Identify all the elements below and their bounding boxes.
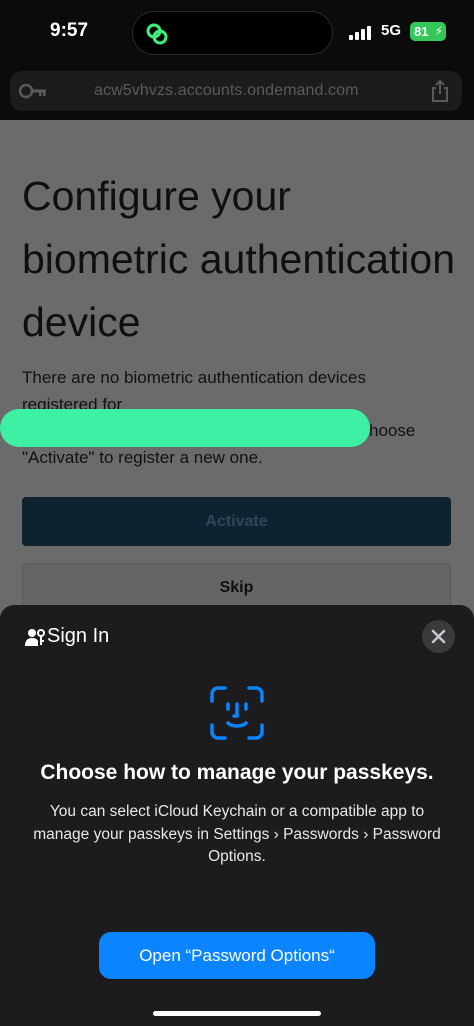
network-type: 5G [381, 22, 402, 39]
sheet-title: Sign In [47, 625, 110, 647]
redaction-mark [0, 409, 370, 447]
sheet-body-text: You can select iCloud Keychain or a comp… [33, 803, 441, 865]
face-id-icon [210, 686, 264, 740]
description-text-1: There are no biometric authentication de… [22, 368, 366, 414]
status-bar: 9:57 5G 81 ⚡ [0, 0, 474, 68]
sheet-heading: Choose how to manage your passkeys. [40, 761, 434, 784]
open-password-options-button[interactable]: Open “Password Options“ [99, 932, 375, 979]
dynamic-island [132, 11, 333, 55]
key-icon[interactable] [18, 81, 48, 101]
home-indicator [153, 1011, 321, 1016]
person-key-icon [25, 629, 45, 646]
browser-toolbar: acw5vhvzs.accounts.ondemand.com [0, 68, 474, 120]
cellular-signal-icon [349, 26, 371, 40]
share-icon[interactable] [430, 79, 450, 103]
battery-level: 81 [414, 24, 429, 39]
close-button[interactable] [422, 620, 455, 653]
link-activity-icon [146, 23, 168, 45]
activate-button[interactable]: Activate [22, 497, 451, 546]
status-time: 9:57 [50, 20, 89, 41]
url-text[interactable]: acw5vhvzs.accounts.ondemand.com [94, 82, 359, 100]
battery-indicator: 81 ⚡ [410, 22, 446, 41]
passkey-sheet: Sign In Choose how to manage your passke… [0, 605, 474, 1026]
page-title: Configure your biometric authentication … [22, 173, 456, 345]
address-bar[interactable]: acw5vhvzs.accounts.ondemand.com [10, 71, 462, 111]
charging-bolt-icon: ⚡ [434, 24, 443, 38]
close-icon[interactable] [431, 629, 446, 644]
